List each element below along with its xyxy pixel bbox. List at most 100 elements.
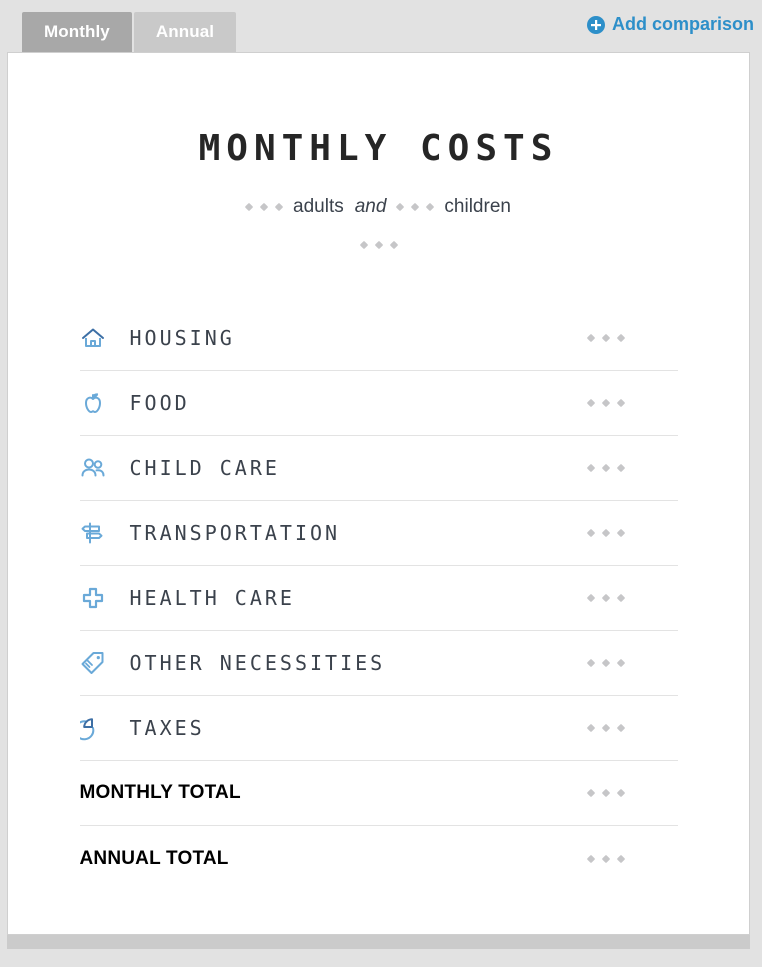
dot bbox=[616, 333, 625, 343]
tab-annual-label: Annual bbox=[155, 22, 215, 41]
card-footer-bar bbox=[7, 935, 750, 949]
cost-row-label: HEALTH CARE bbox=[129, 586, 295, 610]
value-cell[interactable] bbox=[582, 463, 678, 473]
children-count-placeholder[interactable] bbox=[396, 202, 435, 211]
value-cell[interactable] bbox=[582, 398, 678, 408]
cost-row-label: HOUSING bbox=[129, 326, 235, 350]
food-value-placeholder bbox=[586, 398, 625, 408]
price-tag-icon bbox=[81, 652, 103, 674]
dot bbox=[389, 240, 398, 250]
heading-block: MONTHLY COSTS adults and children bbox=[8, 53, 749, 250]
medical-cross-icon bbox=[82, 587, 103, 609]
add-comparison-button[interactable]: Add comparison bbox=[586, 14, 754, 35]
child-care-value-placeholder bbox=[586, 463, 625, 473]
other-necessities-value-placeholder bbox=[586, 658, 625, 668]
total-row-label: MONTHLY TOTAL bbox=[79, 782, 241, 803]
dot bbox=[601, 528, 610, 538]
subtitle: adults and children bbox=[8, 197, 749, 216]
cost-rows: HOUSING FOOD CHILD CARE TRANSPORTATION H… bbox=[79, 248, 678, 891]
location-placeholder[interactable] bbox=[359, 240, 398, 250]
dot bbox=[274, 202, 284, 211]
children-label: children bbox=[444, 196, 511, 217]
dot bbox=[601, 723, 610, 733]
dot bbox=[244, 202, 254, 211]
cost-row-taxes[interactable]: TAXES bbox=[79, 696, 678, 761]
conjunction-label: and bbox=[354, 196, 387, 217]
page-title: MONTHLY COSTS bbox=[198, 128, 559, 169]
dot bbox=[586, 463, 595, 473]
adults-label: adults bbox=[293, 196, 344, 217]
icon-cell bbox=[80, 520, 130, 546]
pie-chart-icon bbox=[79, 718, 94, 741]
cost-row-child-care[interactable]: CHILD CARE bbox=[79, 436, 678, 501]
dot bbox=[601, 788, 610, 798]
dot bbox=[616, 463, 625, 473]
value-cell bbox=[582, 854, 678, 863]
cost-row-food[interactable]: FOOD bbox=[79, 371, 678, 436]
value-cell[interactable] bbox=[582, 658, 678, 668]
costs-card: MONTHLY COSTS adults and children HOUSIN… bbox=[7, 52, 750, 935]
icon-cell bbox=[79, 715, 130, 741]
total-row-monthly: MONTHLY TOTAL bbox=[79, 761, 678, 826]
tab-monthly[interactable]: Monthly bbox=[22, 12, 132, 52]
add-comparison-label: Add comparison bbox=[611, 14, 754, 34]
tab-bar: Monthly Annual bbox=[22, 12, 238, 52]
signpost-icon bbox=[81, 522, 102, 544]
dot bbox=[601, 398, 610, 408]
cost-row-transportation[interactable]: TRANSPORTATION bbox=[79, 501, 678, 566]
cost-row-label: TAXES bbox=[129, 716, 205, 740]
dot bbox=[411, 202, 420, 211]
transportation-value-placeholder bbox=[586, 528, 625, 538]
housing-value-placeholder bbox=[586, 333, 625, 343]
dot bbox=[616, 854, 625, 863]
dot bbox=[586, 788, 595, 798]
dot bbox=[601, 593, 610, 603]
dot bbox=[616, 593, 625, 603]
dot bbox=[616, 658, 625, 668]
dot bbox=[396, 202, 405, 211]
cost-row-housing[interactable]: HOUSING bbox=[79, 306, 678, 371]
dot bbox=[426, 202, 435, 211]
dot bbox=[586, 528, 595, 538]
dot bbox=[601, 854, 610, 863]
icon-cell bbox=[80, 390, 130, 416]
two-people-icon bbox=[81, 458, 104, 477]
apple-icon bbox=[84, 393, 101, 413]
dot bbox=[374, 240, 383, 250]
dot bbox=[616, 788, 625, 798]
icon-cell bbox=[80, 455, 130, 481]
cost-row-label: OTHER NECESSITIES bbox=[129, 651, 386, 675]
dot bbox=[601, 463, 610, 473]
dot bbox=[586, 333, 595, 343]
dot bbox=[586, 593, 595, 603]
dot bbox=[616, 723, 625, 733]
dot bbox=[586, 658, 595, 668]
dot bbox=[586, 854, 595, 863]
cost-row-label: TRANSPORTATION bbox=[129, 521, 341, 545]
icon-cell bbox=[80, 325, 130, 351]
value-cell[interactable] bbox=[582, 333, 678, 343]
taxes-value-placeholder bbox=[586, 723, 625, 733]
monthly-total-value-placeholder bbox=[586, 788, 625, 798]
health-care-value-placeholder bbox=[586, 593, 625, 603]
dot bbox=[601, 333, 610, 343]
value-cell[interactable] bbox=[582, 528, 678, 538]
value-cell[interactable] bbox=[582, 593, 678, 603]
adults-count-placeholder[interactable] bbox=[244, 202, 284, 211]
dot bbox=[259, 202, 269, 211]
annual-total-value-placeholder bbox=[586, 854, 625, 863]
tab-annual[interactable]: Annual bbox=[133, 12, 237, 52]
cost-row-label: CHILD CARE bbox=[129, 456, 280, 480]
top-bar: Monthly Annual Add comparison bbox=[0, 0, 762, 52]
cost-row-label: FOOD bbox=[129, 391, 190, 415]
value-cell bbox=[582, 788, 678, 798]
cost-row-other-necessities[interactable]: OTHER NECESSITIES bbox=[79, 631, 678, 696]
total-row-label: ANNUAL TOTAL bbox=[79, 847, 229, 869]
dot bbox=[359, 240, 368, 250]
dot bbox=[601, 658, 610, 668]
value-cell[interactable] bbox=[582, 723, 678, 733]
dot bbox=[586, 398, 595, 408]
cost-row-health-care[interactable]: HEALTH CARE bbox=[79, 566, 678, 631]
icon-cell bbox=[80, 585, 130, 611]
dot bbox=[616, 528, 625, 538]
